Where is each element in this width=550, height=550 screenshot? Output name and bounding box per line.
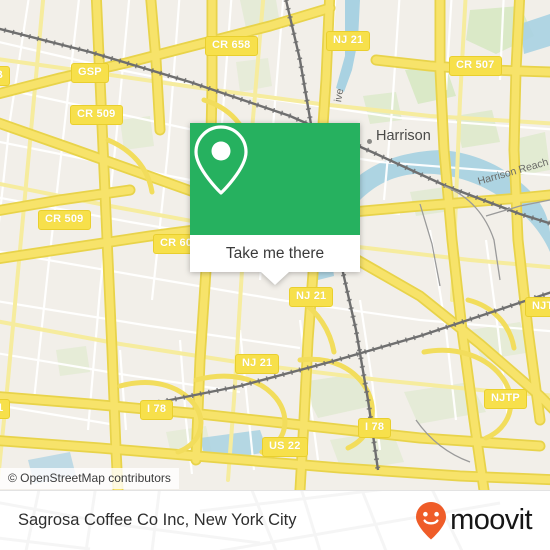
footer-bar: Sagrosa Coffee Co Inc, New York City moo… — [0, 490, 550, 550]
road-shield-nj-21-mid[interactable]: NJ 21 — [289, 287, 334, 307]
location-callout-card[interactable]: Take me there — [190, 123, 360, 285]
road-shield-edge-lower-left[interactable]: 1 — [0, 399, 11, 419]
road-shield-us-22[interactable]: US 22 — [262, 437, 308, 457]
road-shield-njtp-lower[interactable]: NJTP — [484, 389, 527, 409]
road-shield-edge-upper-left[interactable]: B — [0, 66, 11, 86]
road-shield-cr-507[interactable]: CR 507 — [449, 56, 502, 76]
callout-tail — [261, 272, 289, 285]
moovit-wordmark: moovit — [450, 504, 532, 536]
road-shield-cr-658[interactable]: CR 658 — [205, 36, 258, 56]
place-label-harrison: Harrison — [376, 128, 431, 144]
road-shield-cr-509-lower[interactable]: CR 509 — [38, 210, 91, 230]
road-shield-i-78-east[interactable]: I 78 — [358, 418, 392, 438]
callout-header — [190, 123, 360, 235]
moovit-smiley-pin-icon — [416, 501, 447, 539]
location-title: Sagrosa Coffee Co Inc, New York City — [18, 511, 297, 529]
street-label-ive: ive — [332, 87, 347, 104]
take-me-there-button[interactable]: Take me there — [190, 235, 360, 272]
moovit-logo[interactable]: moovit — [415, 501, 533, 541]
road-shield-nj-21-north[interactable]: NJ 21 — [326, 31, 371, 51]
map-attribution[interactable]: © OpenStreetMap contributors — [0, 468, 179, 489]
map-canvas[interactable]: Harrison Harrison Reach P ive CR 658 NJ … — [0, 0, 550, 490]
road-shield-i-78-west[interactable]: I 78 — [140, 400, 174, 420]
place-marker-dot — [367, 139, 372, 144]
moovit-map-screen: Harrison Harrison Reach P ive CR 658 NJ … — [0, 0, 550, 550]
road-shield-nj-21-south[interactable]: NJ 21 — [235, 354, 280, 374]
take-me-there-label: Take me there — [225, 244, 325, 262]
road-shield-gsp[interactable]: GSP — [71, 63, 109, 83]
map-pin-icon — [194, 125, 248, 195]
road-shield-cr-509-upper[interactable]: CR 509 — [70, 105, 123, 125]
road-shield-njtp-upper[interactable]: NJTP — [525, 297, 550, 317]
